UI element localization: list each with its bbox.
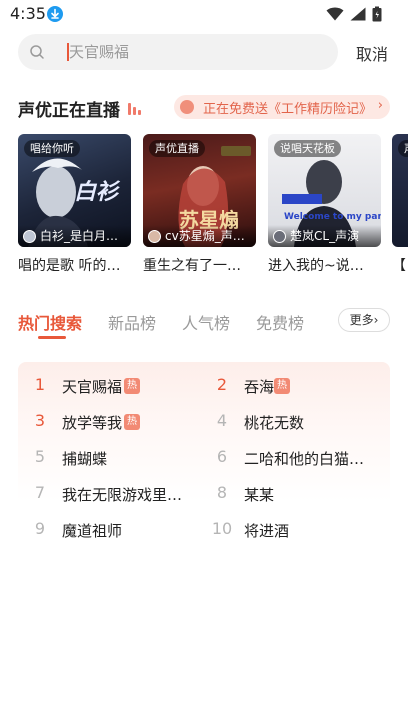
cover-title: Welcome to my party: [284, 212, 381, 222]
live-card[interactable]: 白衫 唱给你听 白衫_是白月… 唱的是歌 听的…: [18, 134, 131, 275]
card-host: 楚岚CL_声演: [268, 225, 381, 247]
download-icon: [47, 6, 63, 22]
signal-icon: [350, 7, 366, 21]
rank-number: 1: [34, 375, 46, 394]
hot-search-list: 1 天官赐福 热 2 吞海 热 3 放学等我 热 4 桃花无数 5 捕蝴蝶 6 …: [18, 362, 390, 550]
more-button[interactable]: 更多›: [338, 308, 390, 332]
list-item[interactable]: 1 天官赐福 热: [28, 375, 198, 397]
live-indicator-icon: [128, 101, 142, 115]
rank-number: 9: [34, 519, 46, 538]
card-caption: 【: [392, 258, 406, 274]
list-item[interactable]: 8 某某: [210, 483, 380, 505]
rank-number: 7: [34, 483, 46, 502]
battery-icon: [372, 6, 382, 22]
host-name: cv苏星煽_声…: [165, 229, 245, 243]
live-cards: 白衫 唱给你听 白衫_是白月… 唱的是歌 听的… 苏星煽 声优直播 cv苏星煽_…: [0, 134, 408, 276]
list-item[interactable]: 10 将进酒: [210, 519, 380, 541]
card-host: 白衫_是白月…: [18, 225, 131, 247]
cover-title: 白衫: [74, 180, 119, 205]
list-item[interactable]: 6 二哈和他的白猫…: [210, 447, 380, 469]
status-bar: 4:35: [0, 0, 408, 28]
avatar: [273, 230, 286, 243]
item-name: 吞海: [244, 378, 275, 396]
list-item[interactable]: 7 我在无限游戏里…: [28, 483, 198, 505]
card-tag: 唱给你听: [24, 140, 80, 157]
card-tag: 说唱天花板: [274, 140, 341, 157]
chevron-right-icon: ›: [373, 313, 379, 327]
card-caption: 进入我的~说…: [268, 258, 364, 274]
rank-number: 5: [34, 447, 46, 466]
hot-badge: 热: [274, 378, 290, 394]
search-box[interactable]: [18, 34, 338, 70]
item-name: 放学等我: [62, 414, 123, 432]
card-tag: 声优直播: [149, 140, 205, 157]
live-section-title: 声优正在直播: [18, 101, 120, 121]
tab-free[interactable]: 免费榜: [256, 310, 304, 334]
rank-number: 10: [211, 519, 233, 538]
host-name: 楚岚CL_声演: [290, 229, 360, 243]
item-name: 天官赐福: [62, 378, 123, 396]
rank-number: 8: [216, 483, 228, 502]
tab-new-products[interactable]: 新品榜: [108, 310, 156, 334]
status-icons: [326, 6, 382, 22]
item-name: 二哈和他的白猫…: [244, 450, 365, 468]
item-name: 某某: [244, 486, 275, 504]
list-item[interactable]: 4 桃花无数: [210, 411, 380, 433]
tab-hot-search[interactable]: 热门搜索: [18, 310, 82, 334]
chevron-right-icon: ›: [377, 98, 383, 113]
more-label: 更多: [349, 313, 374, 327]
item-name: 桃花无数: [244, 414, 305, 432]
live-card[interactable]: Welcome to my party 说唱天花板 楚岚CL_声演 进入我的~说…: [268, 134, 381, 275]
card-host: cv苏星煽_声…: [143, 225, 256, 247]
rank-number: 4: [216, 411, 228, 430]
hot-badge: 热: [124, 414, 140, 430]
avatar: [148, 230, 161, 243]
tab-popularity[interactable]: 人气榜: [182, 310, 230, 334]
cancel-button[interactable]: 取消: [356, 41, 388, 65]
item-name: 将进酒: [244, 522, 290, 540]
item-name: 捕蝴蝶: [62, 450, 108, 468]
live-card-cover: 白衫 唱给你听 白衫_是白月…: [18, 134, 131, 247]
host-name: 白衫_是白月…: [40, 229, 119, 243]
list-item[interactable]: 3 放学等我 热: [28, 411, 198, 433]
live-card[interactable]: 声 【: [392, 134, 408, 275]
hot-badge: 热: [124, 378, 140, 394]
promo-icon: [180, 100, 194, 114]
promo-text: 《工作精历险记》正在免费送: [202, 102, 372, 117]
ranking-tabs: 热门搜索 新品榜 人气榜 免费榜 更多›: [0, 308, 408, 342]
search-bar: 取消: [0, 34, 408, 70]
list-item[interactable]: 5 捕蝴蝶: [28, 447, 198, 469]
card-caption: 重生之有了一…: [143, 258, 241, 274]
live-card-cover: Welcome to my party 说唱天花板 楚岚CL_声演: [268, 134, 381, 247]
wifi-icon: [326, 7, 344, 21]
card-tag: 声: [398, 140, 408, 157]
active-tab-indicator: [38, 336, 66, 339]
item-name: 魔道祖师: [62, 522, 123, 540]
rank-number: 6: [216, 447, 228, 466]
rank-number: 2: [216, 375, 228, 394]
card-caption: 唱的是歌 听的…: [18, 258, 121, 274]
live-card[interactable]: 苏星煽 声优直播 cv苏星煽_声… 重生之有了一…: [143, 134, 256, 275]
search-input[interactable]: [69, 34, 329, 70]
list-item[interactable]: 9 魔道祖师: [28, 519, 198, 541]
live-card-cover: 苏星煽 声优直播 cv苏星煽_声…: [143, 134, 256, 247]
search-icon: [30, 45, 44, 59]
promo-banner[interactable]: 《工作精历险记》正在免费送 ›: [174, 95, 390, 119]
rank-number: 3: [34, 411, 46, 430]
list-item[interactable]: 2 吞海 热: [210, 375, 380, 397]
live-card-cover: 声: [392, 134, 408, 247]
status-time: 4:35: [10, 4, 46, 23]
avatar: [23, 230, 36, 243]
item-name: 我在无限游戏里…: [62, 486, 183, 504]
